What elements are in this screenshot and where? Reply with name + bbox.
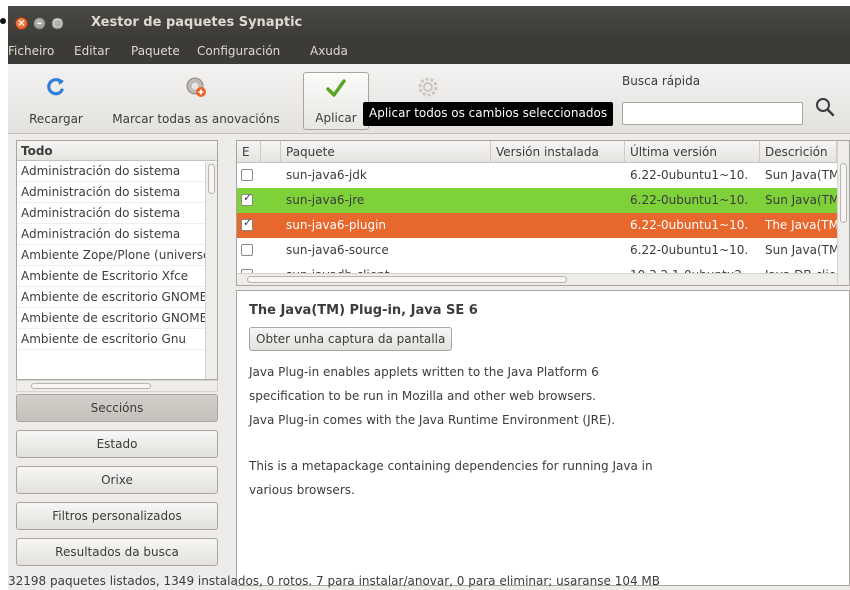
column-package[interactable]: Paquete	[281, 141, 491, 163]
package-name: sun-java6-jdk	[286, 168, 367, 182]
checkmark-icon	[326, 79, 346, 97]
status-filter-button[interactable]: Estado	[16, 430, 218, 458]
sections-horizontal-scrollbar[interactable]	[16, 380, 218, 392]
minimize-icon: –	[37, 18, 42, 29]
installed-version	[491, 188, 625, 213]
column-status[interactable]: E	[237, 141, 261, 163]
description-line: various browsers.	[249, 483, 355, 497]
package-details: The Java(TM) Plug-in, Java SE 6 Obter un…	[236, 290, 850, 586]
description-line: specification to be run in Mozilla and o…	[249, 389, 596, 403]
installed-version	[491, 238, 625, 263]
column-installed-version[interactable]: Versión instalada	[491, 141, 625, 163]
reload-button[interactable]: Recargar	[20, 72, 92, 130]
sections-list-header[interactable]: Todo	[17, 141, 217, 161]
table-row[interactable]: sun-java6-source 6.22-0ubuntu1~10. Sun J…	[237, 238, 837, 263]
latest-version: 6.22-0ubuntu1~10.	[630, 193, 749, 207]
package-details-title: The Java(TM) Plug-in, Java SE 6	[249, 303, 478, 318]
minimize-window-button[interactable]: –	[33, 17, 46, 30]
section-item[interactable]: Ambiente de escritorio Gnu	[17, 329, 217, 350]
package-description: The Java(TM)	[765, 218, 837, 232]
section-item[interactable]: Ambiente Zope/Plone (universe)	[17, 245, 217, 266]
search-results-button[interactable]: Resultados da busca	[16, 538, 218, 566]
column-description[interactable]: Descrición	[760, 141, 837, 163]
section-item[interactable]: Ambiente de escritorio GNOME	[17, 287, 217, 308]
mark-upgrades-icon	[186, 77, 206, 97]
titlebar: × – □ Xestor de paquetes Synaptic	[8, 6, 850, 39]
scrollbar-thumb[interactable]	[247, 276, 567, 283]
table-horizontal-scrollbar[interactable]	[237, 273, 837, 285]
quick-search-label: Busca rápida	[622, 74, 701, 88]
search-icon[interactable]	[814, 96, 836, 118]
menu-help[interactable]: Axuda	[310, 44, 348, 58]
maximize-window-button[interactable]: □	[51, 17, 64, 30]
window-title: Xestor de paquetes Synaptic	[91, 15, 303, 30]
section-item[interactable]: Ambiente de escritorio GNOME	[17, 308, 217, 329]
synaptic-window: × – □ Xestor de paquetes Synaptic Fichei…	[8, 6, 850, 590]
close-icon: ×	[17, 18, 26, 29]
column-latest-version[interactable]: Última versión	[625, 141, 760, 163]
package-name: sun-java6-plugin	[286, 218, 387, 232]
reload-icon	[47, 78, 64, 96]
reload-label: Recargar	[29, 112, 83, 126]
package-checkbox[interactable]	[241, 244, 253, 256]
description-line: Java Plug-in comes with the Java Runtime…	[249, 413, 616, 427]
table-row[interactable]: sun-java6-plugin 6.22-0ubuntu1~10. The J…	[237, 213, 837, 238]
installed-version	[491, 213, 625, 238]
apply-tooltip: Aplicar todos os cambios seleccionados	[363, 102, 614, 126]
maximize-icon: □	[52, 18, 63, 29]
section-item[interactable]: Administración do sistema	[17, 203, 217, 224]
menu-package[interactable]: Paquete	[131, 44, 180, 58]
package-description: Sun Java(TM)	[765, 193, 837, 207]
scrollbar-thumb[interactable]	[208, 164, 215, 194]
scrollbar-thumb[interactable]	[840, 163, 847, 223]
menubar: Ficheiro Editar Paquete Configuración Ax…	[8, 39, 850, 64]
installed-version	[491, 163, 625, 188]
scrollbar-thumb[interactable]	[31, 383, 151, 389]
table-row[interactable]: sun-java6-jdk 6.22-0ubuntu1~10. Sun Java…	[237, 163, 837, 188]
section-item[interactable]: Administración do sistema	[17, 182, 217, 203]
package-table: E Paquete Versión instalada Última versi…	[236, 140, 850, 286]
table-vertical-scrollbar[interactable]	[837, 141, 849, 285]
package-checkbox[interactable]	[241, 191, 253, 206]
get-screenshot-button[interactable]: Obter unha captura da pantalla	[249, 327, 453, 351]
description-line: Java Plug-in enables applets written to …	[249, 365, 599, 379]
menu-edit[interactable]: Editar	[74, 44, 110, 58]
sections-filter-button[interactable]: Seccións	[16, 394, 218, 422]
apply-button[interactable]: Aplicar	[303, 72, 369, 130]
status-bar: 32198 paquetes listados, 1349 instalados…	[8, 574, 661, 588]
package-name: sun-java6-jre	[286, 193, 365, 207]
sections-vertical-scrollbar[interactable]	[205, 162, 217, 379]
sections-list: Todo Administración do sistema Administr…	[16, 140, 218, 380]
column-spacer	[261, 141, 281, 163]
gear-icon	[418, 77, 438, 97]
quick-search-input[interactable]	[622, 102, 803, 125]
package-checkbox[interactable]	[241, 169, 253, 181]
package-description: Sun Java(TM)	[765, 243, 837, 257]
menu-settings[interactable]: Configuración	[197, 44, 280, 58]
package-description: Sun Java(TM)	[765, 168, 837, 182]
latest-version: 6.22-0ubuntu1~10.	[630, 168, 749, 182]
mark-all-upgrades-label: Marcar todas as anovacións	[112, 112, 280, 126]
latest-version: 6.22-0ubuntu1~10.	[630, 218, 749, 232]
section-item[interactable]: Administración do sistema	[17, 224, 217, 245]
apply-label: Aplicar	[315, 111, 357, 125]
package-checkbox[interactable]	[241, 216, 253, 231]
mark-all-upgrades-button[interactable]: Marcar todas as anovacións	[94, 72, 298, 130]
list-bullet	[0, 18, 6, 24]
section-item[interactable]: Administración do sistema	[17, 161, 217, 182]
close-window-button[interactable]: ×	[15, 17, 28, 30]
package-name: sun-java6-source	[286, 243, 389, 257]
section-item[interactable]: Ambiente de Escritorio Xfce	[17, 266, 217, 287]
menu-file[interactable]: Ficheiro	[8, 44, 54, 58]
latest-version: 6.22-0ubuntu1~10.	[630, 243, 749, 257]
origin-filter-button[interactable]: Orixe	[16, 466, 218, 494]
table-row[interactable]: sun-java6-jre 6.22-0ubuntu1~10. Sun Java…	[237, 188, 837, 213]
custom-filters-button[interactable]: Filtros personalizados	[16, 502, 218, 530]
description-line: This is a metapackage containing depende…	[249, 459, 653, 473]
